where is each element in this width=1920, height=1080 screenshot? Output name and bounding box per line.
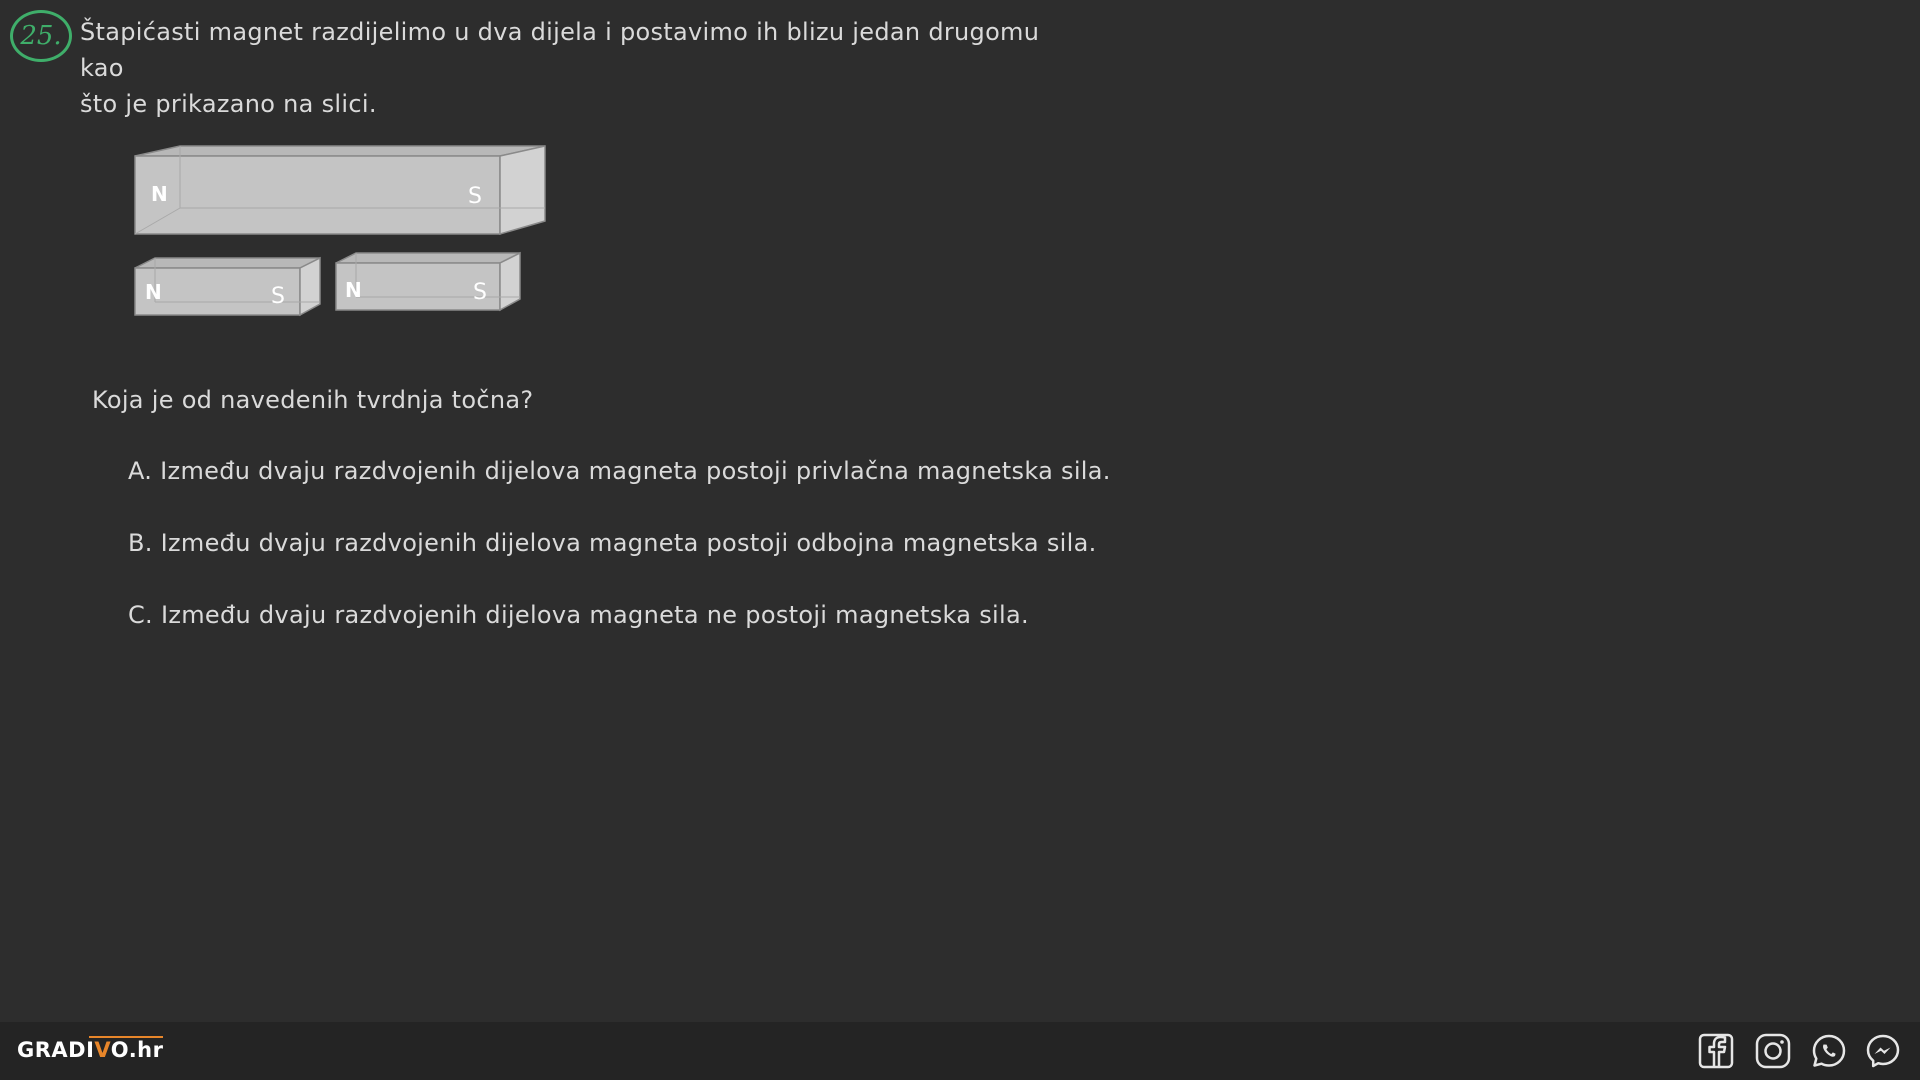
brand-prefix: GRADI	[17, 1038, 95, 1062]
big-magnet-top	[134, 145, 546, 157]
answer-option-b[interactable]: B. Između dvaju razdvojenih dijelova mag…	[128, 529, 1097, 557]
big-magnet-side	[499, 145, 546, 235]
messenger-icon[interactable]	[1864, 1032, 1902, 1070]
big-magnet: N S	[134, 145, 546, 235]
option-b-label: B.	[128, 529, 153, 557]
whatsapp-icon[interactable]	[1810, 1032, 1848, 1070]
right-piece-south-label: S	[473, 280, 487, 305]
facebook-icon[interactable]	[1697, 1032, 1735, 1070]
lesson-board: 25. Štapićasti magnet razdijelimo u dva …	[0, 0, 1920, 1022]
answer-option-c[interactable]: C. Između dvaju razdvojenih dijelova mag…	[128, 601, 1029, 629]
big-magnet-front	[134, 155, 501, 235]
option-a-text: Između dvaju razdvojenih dijelova magnet…	[160, 457, 1111, 485]
big-magnet-north-label: N	[151, 182, 168, 206]
question-text-line-2: što je prikazano na slici.	[80, 90, 377, 118]
question-prompt: Koja je od navedenih tvrdnja točna?	[92, 386, 534, 414]
magnet-figure: N S N S N S	[134, 145, 546, 317]
brand-logo[interactable]: GRADIVO.hr	[17, 1036, 164, 1062]
question-number-badge: 25.	[10, 10, 72, 62]
right-magnet-piece: N S	[335, 251, 521, 312]
question-text: Štapićasti magnet razdijelimo u dva dije…	[80, 14, 1040, 122]
question-text-line-1: Štapićasti magnet razdijelimo u dva dije…	[80, 18, 1040, 82]
brand-underline	[89, 1036, 164, 1038]
left-piece-south-label: S	[271, 284, 285, 309]
brand-v: V	[94, 1038, 111, 1062]
option-a-label: A.	[128, 457, 153, 485]
brand-suffix: O.hr	[110, 1038, 164, 1062]
left-piece-north-label: N	[145, 280, 162, 304]
option-c-label: C.	[128, 601, 153, 629]
right-piece-north-label: N	[345, 278, 362, 302]
left-magnet-piece: N S	[134, 256, 321, 317]
option-c-text: Između dvaju razdvojenih dijelova magnet…	[160, 601, 1029, 629]
option-b-text: Između dvaju razdvojenih dijelova magnet…	[160, 529, 1097, 557]
big-magnet-south-label: S	[468, 184, 482, 209]
footer-bar: GRADIVO.hr	[0, 1022, 1920, 1080]
answer-option-a[interactable]: A. Između dvaju razdvojenih dijelova mag…	[128, 457, 1111, 485]
instagram-icon[interactable]	[1754, 1032, 1792, 1070]
